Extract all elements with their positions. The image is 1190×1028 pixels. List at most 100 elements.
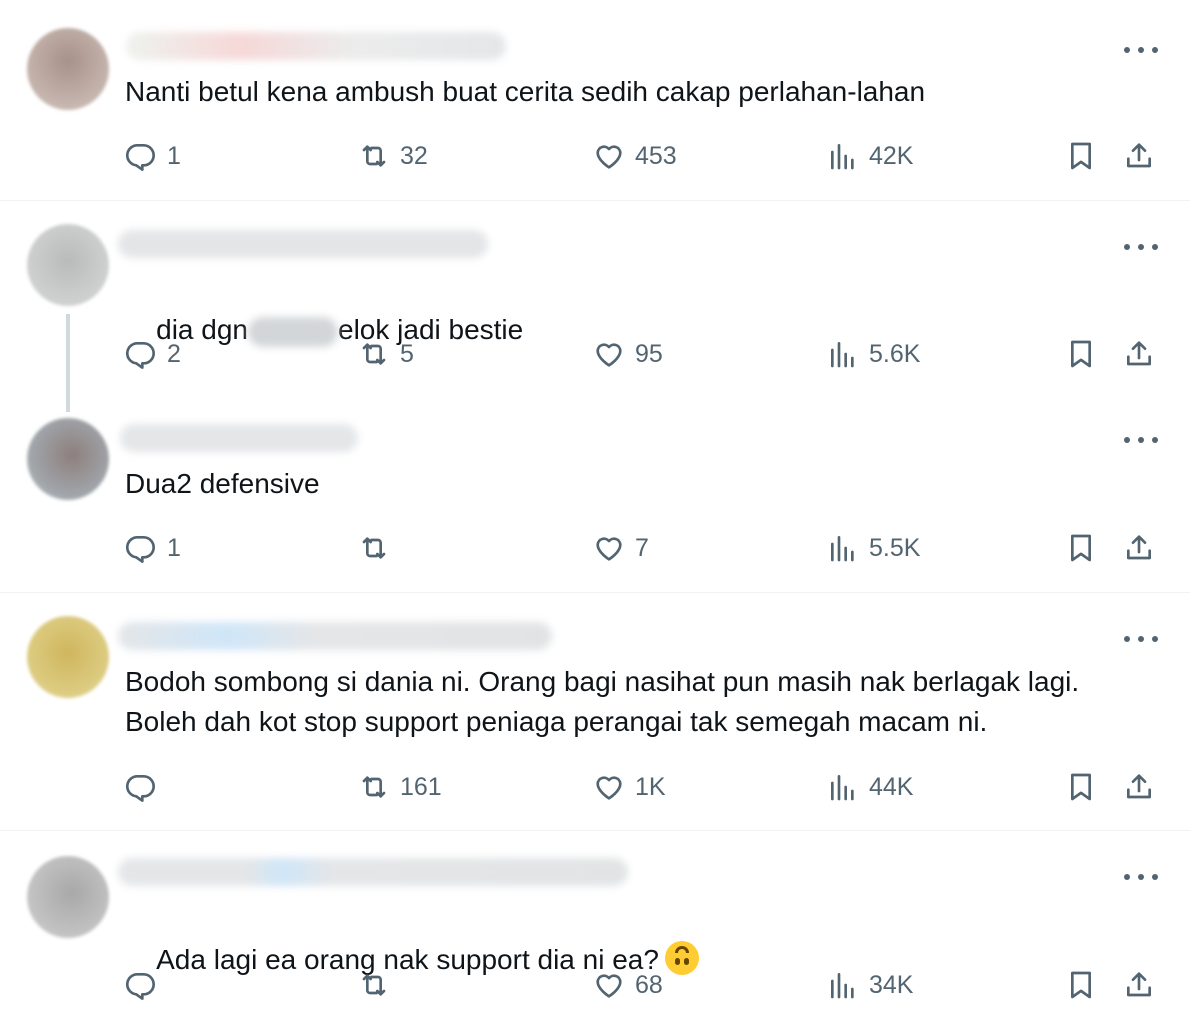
reply-count: 1	[167, 533, 181, 562]
share-icon	[1123, 140, 1155, 172]
more-icon[interactable]	[1124, 40, 1158, 60]
share-button[interactable]	[1123, 965, 1155, 1005]
retweet-icon	[358, 969, 390, 1001]
action-bar: 1 32 453 42K	[125, 136, 1165, 176]
tweet[interactable]: Ada lagi ea orang nak support dia ni ea?…	[0, 830, 1190, 1028]
views-button[interactable]: 5.5K	[827, 528, 920, 568]
action-bar: 1 7 5.5K	[125, 528, 1165, 568]
retweet-button[interactable]: 5	[358, 334, 414, 374]
share-button[interactable]	[1123, 334, 1155, 374]
avatar[interactable]	[27, 856, 109, 938]
reply-button[interactable]: 1	[125, 136, 181, 176]
author-name[interactable]	[120, 424, 358, 452]
reply-button[interactable]	[125, 965, 167, 1005]
views-button[interactable]: 44K	[827, 767, 913, 807]
bookmark-icon	[1065, 140, 1097, 172]
reply-count: 2	[167, 339, 181, 368]
share-icon	[1123, 338, 1155, 370]
like-button[interactable]: 7	[593, 528, 649, 568]
retweet-count: 32	[400, 141, 428, 170]
author-name[interactable]	[126, 32, 506, 60]
heart-icon	[593, 140, 625, 172]
retweet-icon	[358, 532, 390, 564]
reply-icon	[125, 771, 157, 803]
reply-count: 1	[167, 141, 181, 170]
retweet-count: 5	[400, 339, 414, 368]
retweet-icon	[358, 140, 390, 172]
like-count: 95	[635, 339, 663, 368]
share-icon	[1123, 532, 1155, 564]
heart-icon	[593, 338, 625, 370]
like-count: 453	[635, 141, 677, 170]
bookmark-button[interactable]	[1065, 767, 1097, 807]
author-name[interactable]	[118, 230, 488, 258]
tweet[interactable]: Dua2 defensive 1 7 5.5K	[0, 400, 1190, 592]
tweet-text: Bodoh sombong si dania ni. Orang bagi na…	[125, 666, 1087, 737]
views-icon	[827, 969, 859, 1001]
heart-icon	[593, 532, 625, 564]
author-name[interactable]	[118, 858, 628, 886]
retweet-button[interactable]: 161	[358, 767, 442, 807]
share-icon	[1123, 969, 1155, 1001]
tweet[interactable]: Bodoh sombong si dania ni. Orang bagi na…	[0, 592, 1190, 830]
share-button[interactable]	[1123, 767, 1155, 807]
retweet-icon	[358, 338, 390, 370]
retweet-icon	[358, 771, 390, 803]
like-count: 1K	[635, 772, 666, 801]
bookmark-icon	[1065, 771, 1097, 803]
views-button[interactable]: 42K	[827, 136, 913, 176]
reply-button[interactable]	[125, 767, 167, 807]
like-button[interactable]: 453	[593, 136, 677, 176]
reply-icon	[125, 338, 157, 370]
reply-button[interactable]: 1	[125, 528, 181, 568]
avatar[interactable]	[27, 224, 109, 306]
bookmark-button[interactable]	[1065, 334, 1097, 374]
action-bar: 2 5 95 5.6K	[125, 334, 1165, 374]
share-button[interactable]	[1123, 136, 1155, 176]
share-icon	[1123, 771, 1155, 803]
tweet[interactable]: dia dgn elok jadi bestie 2 5 95 5.6K	[0, 200, 1190, 400]
bookmark-button[interactable]	[1065, 965, 1097, 1005]
view-count: 5.6K	[869, 339, 921, 368]
bookmark-button[interactable]	[1065, 528, 1097, 568]
reply-button[interactable]: 2	[125, 334, 181, 374]
share-button[interactable]	[1123, 528, 1155, 568]
like-button[interactable]: 68	[593, 965, 663, 1005]
reply-icon	[125, 969, 157, 1001]
bookmark-button[interactable]	[1065, 136, 1097, 176]
avatar[interactable]	[27, 616, 109, 698]
more-icon[interactable]	[1124, 430, 1158, 450]
views-icon	[827, 771, 859, 803]
bookmark-icon	[1065, 969, 1097, 1001]
like-button[interactable]: 1K	[593, 767, 666, 807]
reply-icon	[125, 140, 157, 172]
more-icon[interactable]	[1124, 237, 1158, 257]
avatar[interactable]	[27, 418, 109, 500]
views-icon	[827, 532, 859, 564]
retweet-count: 161	[400, 772, 442, 801]
reply-icon	[125, 532, 157, 564]
view-count: 5.5K	[869, 533, 921, 562]
more-icon[interactable]	[1124, 867, 1158, 887]
bookmark-icon	[1065, 338, 1097, 370]
tweet[interactable]: Nanti betul kena ambush buat cerita sedi…	[0, 0, 1190, 200]
retweet-button[interactable]: 32	[358, 136, 428, 176]
like-button[interactable]: 95	[593, 334, 663, 374]
more-icon[interactable]	[1124, 629, 1158, 649]
retweet-button[interactable]	[358, 528, 400, 568]
view-count: 42K	[869, 141, 914, 170]
view-count: 44K	[869, 772, 914, 801]
views-icon	[827, 140, 859, 172]
heart-icon	[593, 771, 625, 803]
heart-icon	[593, 969, 625, 1001]
like-count: 7	[635, 533, 649, 562]
like-count: 68	[635, 970, 663, 999]
views-icon	[827, 338, 859, 370]
author-name[interactable]	[118, 622, 552, 650]
avatar[interactable]	[27, 28, 109, 110]
action-bar: 68 34K	[125, 965, 1165, 1005]
views-button[interactable]: 34K	[827, 965, 913, 1005]
views-button[interactable]: 5.6K	[827, 334, 920, 374]
retweet-button[interactable]	[358, 965, 400, 1005]
action-bar: 161 1K 44K	[125, 767, 1165, 807]
